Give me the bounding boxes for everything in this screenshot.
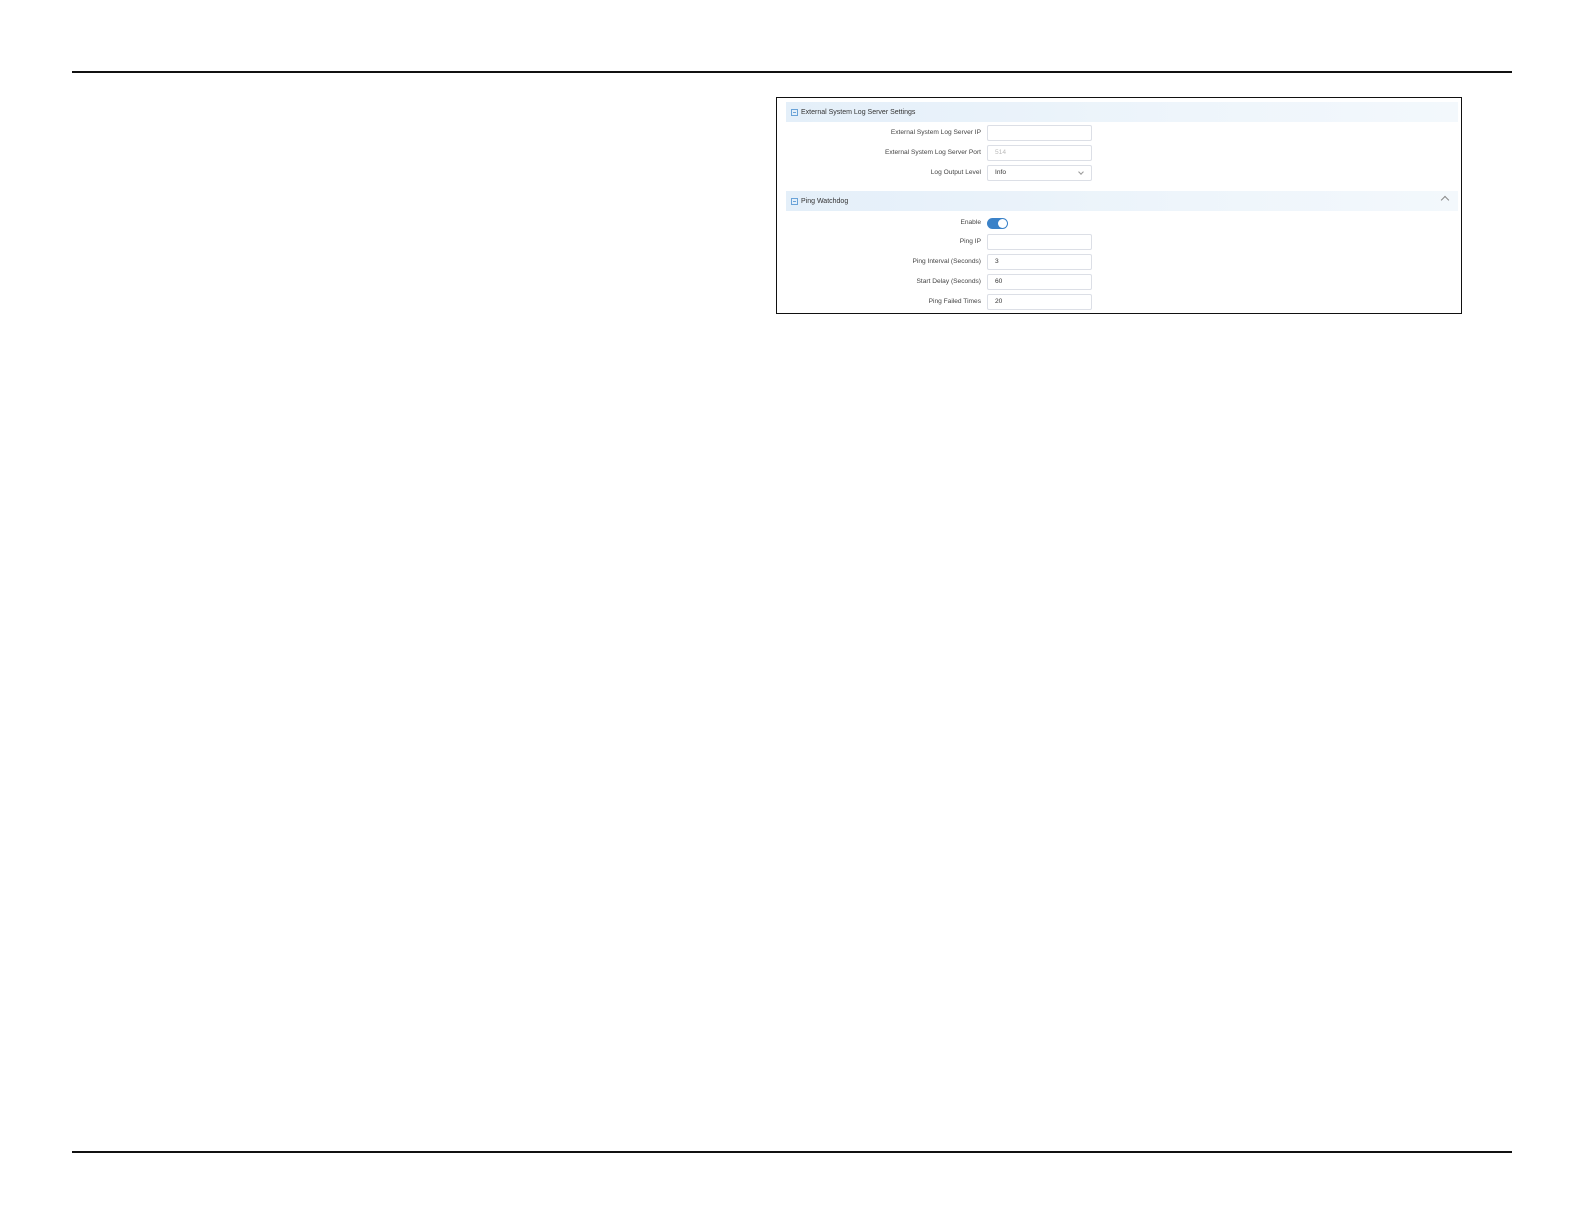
ping-interval-label: Ping Interval (Seconds) bbox=[912, 258, 981, 265]
bottom-rule bbox=[72, 1151, 1512, 1153]
ping-ip-label: Ping IP bbox=[959, 238, 981, 245]
ping-interval-row: Ping Interval (Seconds) 3 bbox=[777, 254, 1461, 271]
log-output-level-row: Log Output Level Info bbox=[777, 165, 1461, 182]
start-delay-row: Start Delay (Seconds) 60 bbox=[777, 274, 1461, 291]
section-icon bbox=[791, 197, 798, 205]
ping-failed-times-row: Ping Failed Times 20 bbox=[777, 294, 1461, 311]
chevron-up-icon[interactable] bbox=[1440, 195, 1450, 205]
ping-ip-input[interactable] bbox=[987, 234, 1092, 250]
log-server-ip-input[interactable] bbox=[987, 125, 1092, 141]
log-server-port-row: External System Log Server Port 514 bbox=[777, 145, 1461, 162]
log-server-ip-label: External System Log Server IP bbox=[890, 129, 981, 136]
ping-ip-row: Ping IP bbox=[777, 234, 1461, 251]
external-log-section-title: External System Log Server Settings bbox=[801, 108, 916, 116]
ping-interval-input[interactable]: 3 bbox=[987, 254, 1092, 270]
chevron-down-icon bbox=[1078, 169, 1084, 175]
ping-failed-times-input[interactable]: 20 bbox=[987, 294, 1092, 310]
log-output-level-select[interactable]: Info bbox=[987, 165, 1092, 181]
ping-watchdog-section-header[interactable]: Ping Watchdog bbox=[786, 191, 1458, 211]
section-icon bbox=[791, 108, 798, 116]
external-log-section-header[interactable]: External System Log Server Settings bbox=[786, 102, 1458, 122]
toggle-knob bbox=[998, 219, 1007, 228]
log-server-port-label: External System Log Server Port bbox=[884, 149, 981, 156]
ping-failed-times-label: Ping Failed Times bbox=[928, 298, 981, 305]
log-server-ip-row: External System Log Server IP bbox=[777, 125, 1461, 142]
ping-enable-toggle[interactable] bbox=[987, 218, 1008, 229]
log-output-level-value: Info bbox=[995, 169, 1006, 176]
settings-panel: External System Log Server Settings Exte… bbox=[776, 97, 1462, 314]
start-delay-label: Start Delay (Seconds) bbox=[916, 278, 982, 285]
log-output-level-label: Log Output Level bbox=[930, 169, 981, 176]
ping-enable-label: Enable bbox=[960, 219, 981, 226]
ping-watchdog-section-title: Ping Watchdog bbox=[801, 197, 849, 205]
ping-enable-row: Enable bbox=[777, 215, 1461, 232]
top-rule bbox=[72, 71, 1512, 73]
start-delay-input[interactable]: 60 bbox=[987, 274, 1092, 290]
log-server-port-input[interactable]: 514 bbox=[987, 145, 1092, 161]
